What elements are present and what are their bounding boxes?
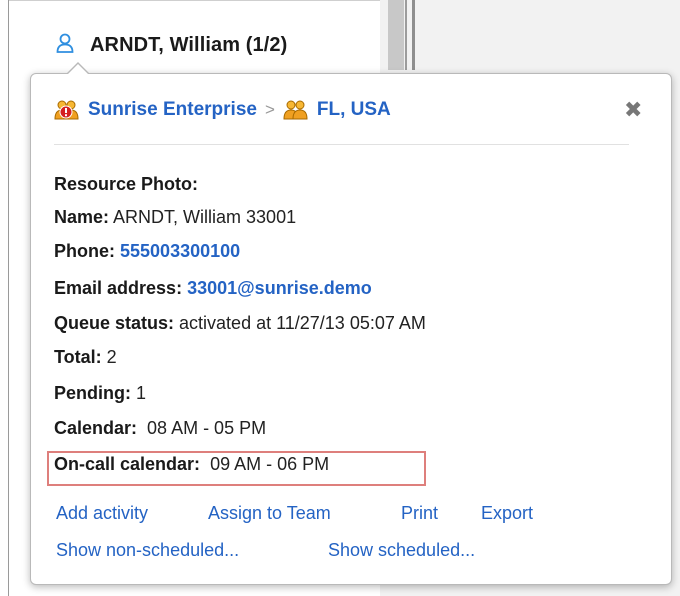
breadcrumb-separator: > xyxy=(264,100,275,119)
resource-title: ARNDT, William (1/2) xyxy=(90,33,288,56)
show-non-scheduled-link[interactable]: Show non-scheduled... xyxy=(56,540,239,560)
show-scheduled-wrap: Show scheduled... xyxy=(328,540,475,561)
window-frame-left xyxy=(8,0,9,596)
phone-row: Phone: 555003300100 xyxy=(54,241,240,262)
calendar-value: 08 AM - 05 PM xyxy=(137,418,267,438)
name-row: Name: ARNDT, William 33001 xyxy=(54,207,296,228)
breadcrumb-org-link[interactable]: Sunrise Enterprise xyxy=(88,99,257,121)
breadcrumb: Sunrise Enterprise > FL, USA xyxy=(54,96,391,124)
add-activity-link[interactable]: Add activity xyxy=(56,503,148,523)
calendar-row: Calendar: 08 AM - 05 PM xyxy=(54,418,266,439)
total-row: Total: 2 xyxy=(54,347,117,368)
org-alert-icon xyxy=(54,99,80,121)
queue-status-label: Queue status: xyxy=(54,313,175,333)
name-label: Name: xyxy=(54,207,110,227)
export-wrap: Export xyxy=(481,503,533,524)
action-links-row1: Add activity xyxy=(56,503,148,524)
popup-arrow-fill xyxy=(67,64,89,75)
email-row: Email address: 33001@sunrise.demo xyxy=(54,278,372,299)
breadcrumb-location-link[interactable]: FL, USA xyxy=(317,99,391,121)
group-icon xyxy=(283,99,309,121)
phone-label: Phone: xyxy=(54,241,115,261)
total-label: Total: xyxy=(54,347,102,367)
background-bar xyxy=(388,0,404,70)
show-scheduled-link[interactable]: Show scheduled... xyxy=(328,540,475,560)
queue-status-row: Queue status: activated at 11/27/13 05:0… xyxy=(54,313,426,334)
calendar-label: Calendar: xyxy=(54,418,138,438)
email-label: Email address: xyxy=(54,278,183,298)
queue-status-value: activated at 11/27/13 05:07 AM xyxy=(174,313,426,333)
assign-to-team-link[interactable]: Assign to Team xyxy=(208,503,331,523)
total-value: 2 xyxy=(101,347,117,367)
resource-photo-label: Resource Photo: xyxy=(54,174,199,194)
resource-header[interactable]: ARNDT, William (1/2) xyxy=(56,33,287,57)
close-icon[interactable]: ✖ xyxy=(624,97,642,123)
action-links-row2: Show non-scheduled... xyxy=(56,540,239,561)
print-wrap: Print xyxy=(401,503,438,524)
assign-team-wrap: Assign to Team xyxy=(208,503,331,524)
user-icon xyxy=(56,33,74,58)
pending-value: 1 xyxy=(131,383,147,403)
background-bar-line xyxy=(412,0,415,70)
background-bar-line xyxy=(405,0,407,70)
export-link[interactable]: Export xyxy=(481,503,533,523)
name-value: ARNDT, William 33001 xyxy=(109,207,297,227)
oncall-highlight-box xyxy=(47,451,426,486)
print-link[interactable]: Print xyxy=(401,503,438,523)
pending-row: Pending: 1 xyxy=(54,383,146,404)
popup-divider xyxy=(54,144,629,145)
pending-label: Pending: xyxy=(54,383,131,403)
email-link[interactable]: 33001@sunrise.demo xyxy=(187,278,372,298)
phone-link[interactable]: 555003300100 xyxy=(120,241,240,261)
resource-photo-row: Resource Photo: xyxy=(54,174,198,195)
